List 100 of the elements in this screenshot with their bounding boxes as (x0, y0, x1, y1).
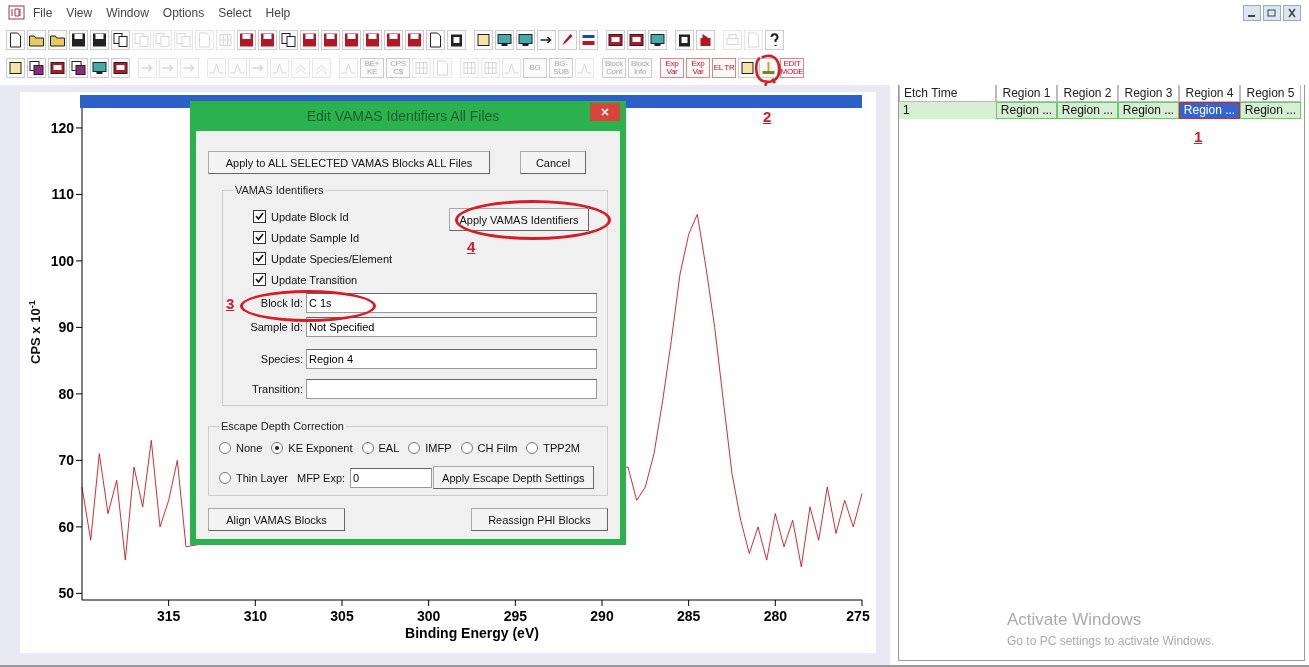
menu-item[interactable]: Help (258, 6, 298, 20)
radio-option[interactable]: Thin Layer (219, 471, 288, 484)
app-icon[interactable] (8, 5, 26, 21)
floppy-disk-icon[interactable] (300, 30, 319, 50)
stack-icon[interactable] (69, 58, 88, 78)
text-field[interactable] (306, 379, 597, 399)
monitor-icon[interactable] (90, 58, 109, 78)
monitor-icon[interactable] (48, 58, 67, 78)
y-tick-label: 120 (50, 119, 74, 136)
table-cell[interactable]: Region ... (1240, 102, 1301, 119)
close-icon (601, 108, 609, 116)
radio-option[interactable]: CH Film (460, 442, 518, 454)
text-field[interactable]: C 1s (306, 293, 597, 313)
window-icon[interactable] (6, 58, 25, 78)
document-icon[interactable] (426, 30, 445, 50)
radio-option[interactable]: TPP2M (526, 442, 580, 454)
checkbox[interactable] (253, 252, 266, 265)
radio-option[interactable]: EAL (361, 442, 400, 454)
close-icon[interactable] (1283, 5, 1301, 21)
text-field[interactable]: Not Specified (306, 317, 597, 337)
annotation-number: 2 (763, 108, 772, 125)
annotation-number: 4 (467, 238, 476, 255)
apply-identifiers-button[interactable]: Apply VAMAS Identifiers (449, 208, 589, 231)
x-tick-label: 285 (677, 608, 701, 624)
box-icon[interactable] (696, 30, 715, 50)
floppy-disk-icon[interactable] (363, 30, 382, 50)
menu-item[interactable]: Select (211, 6, 259, 20)
clipboard-icon[interactable] (447, 30, 466, 50)
folder-icon[interactable] (48, 30, 67, 50)
monitor-icon[interactable] (606, 30, 625, 50)
radio-option[interactable]: KE Exponent (271, 442, 353, 454)
radio-option[interactable]: None (219, 442, 263, 454)
table-cell[interactable]: Region ... (996, 102, 1057, 119)
clipboard-icon[interactable] (675, 30, 694, 50)
y-tick-label: 100 (50, 252, 74, 269)
reassign-blocks-button[interactable]: Reassign PHI Blocks (471, 508, 608, 531)
monitor-icon[interactable] (648, 30, 667, 50)
text-field[interactable]: 0 (350, 467, 433, 488)
column-header[interactable]: Region 3 (1118, 85, 1179, 102)
x-tick-label: 315 (157, 608, 181, 624)
table-cell[interactable]: Region ... (1118, 102, 1179, 119)
monitor-icon[interactable] (516, 30, 535, 50)
close-button[interactable] (590, 103, 620, 121)
column-header[interactable]: Region 2 (1057, 85, 1118, 102)
document-icon[interactable] (6, 30, 25, 50)
align-blocks-button[interactable]: Align VAMAS Blocks (208, 508, 345, 531)
toolbar-button[interactable]: Exp Var (686, 58, 710, 78)
column-header[interactable]: Etch Time (899, 85, 996, 102)
column-header[interactable]: Region 5 (1240, 85, 1301, 102)
minimize-icon[interactable] (1243, 5, 1261, 21)
x-tick-label: 295 (503, 608, 527, 624)
pencil-icon[interactable] (558, 30, 577, 50)
field-label: MFP Exp: (297, 471, 346, 484)
x-tick-label: 290 (590, 608, 614, 624)
x-tick-label: 310 (243, 608, 267, 624)
monitor-icon[interactable] (111, 58, 130, 78)
menu-item[interactable]: Window (99, 6, 156, 20)
floppy-disk-icon[interactable] (69, 30, 88, 50)
radio-option[interactable]: IMFP (408, 442, 452, 454)
copy-icon[interactable] (111, 30, 130, 50)
floppy-disk-icon[interactable] (342, 30, 361, 50)
floppy-disk-icon[interactable] (384, 30, 403, 50)
checkbox[interactable] (253, 210, 266, 223)
menu-item[interactable]: Options (155, 6, 212, 20)
floppy-disk-icon[interactable] (258, 30, 277, 50)
x-tick-label: 280 (763, 608, 787, 624)
text-field[interactable]: Region 4 (306, 349, 597, 369)
stack-icon[interactable] (27, 58, 46, 78)
x-tick-label: 300 (417, 608, 441, 624)
monitor-icon[interactable] (627, 30, 646, 50)
table-cell[interactable]: 1 (899, 102, 996, 119)
cancel-button[interactable]: Cancel (520, 151, 586, 174)
toolbar-button[interactable]: EL TR (712, 58, 736, 78)
x-tick-label: 275 (846, 608, 870, 624)
y-tick-label: 110 (51, 186, 74, 203)
checkbox[interactable] (253, 231, 266, 244)
apply-all-button[interactable]: Apply to ALL SELECTED VAMAS Blocks ALL Files (208, 151, 490, 174)
window-icon[interactable] (738, 58, 757, 78)
window-icon[interactable] (474, 30, 493, 50)
bar-icon[interactable] (579, 30, 598, 50)
apply-escape-depth-button[interactable]: Apply Escape Depth Settings (433, 466, 594, 489)
checkbox[interactable] (253, 273, 266, 286)
toolbar-button[interactable]: EDIT MODE (780, 58, 804, 78)
floppy-disk-icon[interactable] (237, 30, 256, 50)
column-header[interactable]: Region 1 (996, 85, 1057, 102)
column-header[interactable]: Region 4 (1179, 85, 1240, 102)
copy-icon[interactable] (279, 30, 298, 50)
table-cell[interactable]: Region ... (1057, 102, 1118, 119)
floppy-disk-icon[interactable] (405, 30, 424, 50)
table-cell[interactable]: Region ... (1179, 102, 1240, 119)
monitor-icon[interactable] (495, 30, 514, 50)
toolbar-button[interactable]: Exp Var (660, 58, 684, 78)
annotation-number: 1 (1194, 128, 1203, 145)
help-icon[interactable] (765, 30, 784, 50)
menu-item[interactable]: File (26, 6, 60, 20)
y-tick-label: 60 (58, 518, 74, 535)
floppy-disk-icon[interactable] (321, 30, 340, 50)
folder-icon[interactable] (27, 30, 46, 50)
floppy-disk-icon[interactable] (90, 30, 109, 50)
menu-item[interactable]: View (59, 6, 100, 20)
